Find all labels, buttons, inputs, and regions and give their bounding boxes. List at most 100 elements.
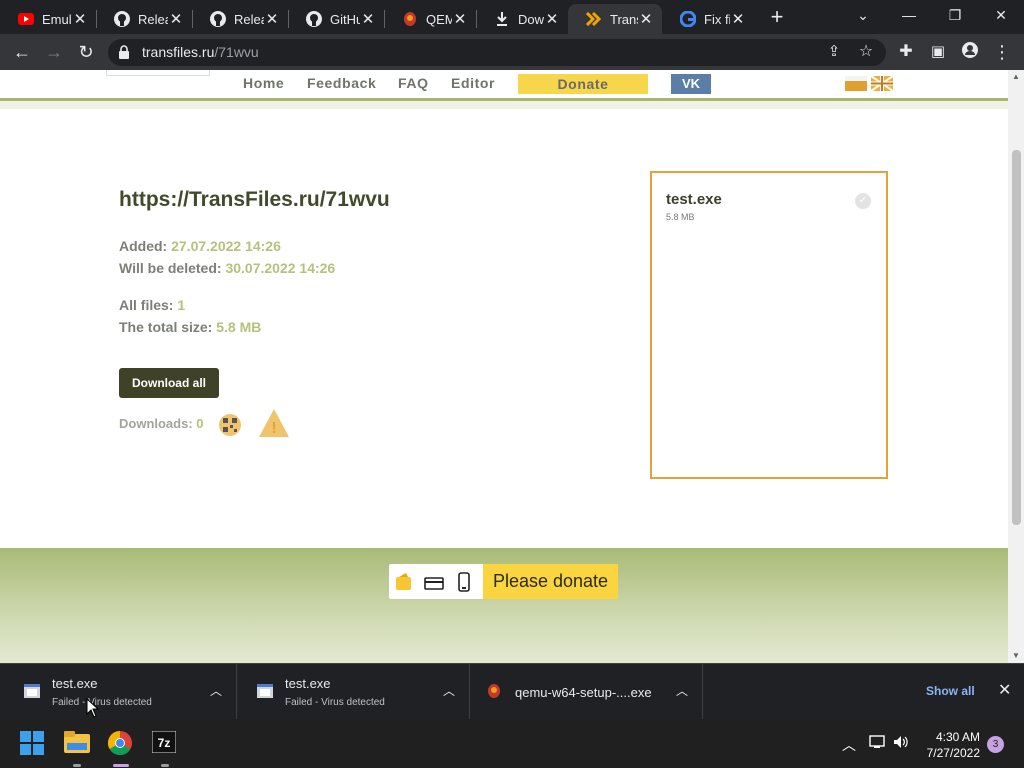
download-status: Failed - Virus detected <box>285 697 385 708</box>
tab-qemu[interactable]: QEMU ✕ <box>384 4 476 34</box>
donate-widget[interactable]: Please donate <box>389 564 618 599</box>
close-tab-icon[interactable]: ✕ <box>452 10 468 28</box>
tab-title: Emula <box>42 11 72 27</box>
qemu-icon <box>402 11 418 27</box>
chevron-up-icon[interactable]: ︿ <box>676 682 688 699</box>
uk-flag-icon[interactable] <box>870 75 894 92</box>
download-item[interactable]: test.exe Failed - Virus detected ︿ <box>237 664 470 720</box>
nav-editor[interactable]: Editor <box>451 75 495 91</box>
tab-emula[interactable]: Emula ✕ <box>0 4 96 34</box>
network-icon[interactable] <box>869 735 887 752</box>
svg-text:7z: 7z <box>158 736 171 750</box>
transfer-link[interactable]: https://TransFiles.ru/71wvu <box>119 188 390 212</box>
nav-feedback[interactable]: Feedback <box>307 75 376 91</box>
chevron-up-icon[interactable]: ︿ <box>443 682 455 699</box>
scroll-thumb[interactable] <box>1012 150 1021 525</box>
download-all-button[interactable]: Download all <box>119 368 219 398</box>
size-label: The total size: <box>119 319 213 335</box>
checkmark-icon[interactable]: ✓ <box>855 193 871 209</box>
nav-home[interactable]: Home <box>243 75 284 91</box>
deleted-row: Will be deleted: 30.07.2022 14:26 <box>119 260 335 276</box>
file-explorer-icon[interactable] <box>64 731 90 757</box>
transfiles-icon <box>586 11 602 27</box>
scroll-up-icon[interactable]: ▲ <box>1008 70 1024 84</box>
github-icon <box>210 11 226 27</box>
tray-chevron-up-icon[interactable]: ︿ <box>842 735 856 755</box>
card-icon[interactable] <box>419 564 449 599</box>
tab-downloads[interactable]: Down ✕ <box>476 4 568 34</box>
tab-relea-2[interactable]: Relea ✕ <box>192 4 288 34</box>
clock-time: 4:30 AM <box>935 730 980 744</box>
close-shelf-icon[interactable]: ✕ <box>998 680 1011 700</box>
close-tab-icon[interactable]: ✕ <box>264 10 280 28</box>
chrome-icon[interactable] <box>107 731 134 757</box>
file-name[interactable]: test.exe <box>666 191 722 208</box>
yandex-money-icon[interactable] <box>389 564 419 599</box>
restore-icon[interactable]: ❐ <box>932 0 978 30</box>
running-indicator <box>161 764 169 767</box>
tab-github[interactable]: GitHu ✕ <box>288 4 384 34</box>
russian-flag-icon[interactable] <box>845 76 867 91</box>
nav-vk-button[interactable]: VK <box>671 74 711 94</box>
close-window-icon[interactable]: ✕ <box>978 0 1024 30</box>
tab-title: Trans <box>610 11 638 27</box>
nav-donate-button[interactable]: Donate <box>518 74 648 94</box>
report-warning-icon[interactable]: ! <box>258 408 290 443</box>
chevron-up-icon[interactable]: ︿ <box>210 682 222 699</box>
active-indicator <box>113 764 129 767</box>
close-tab-icon[interactable]: ✕ <box>730 10 746 28</box>
downloads-label: Downloads: <box>119 416 193 431</box>
qr-code-icon[interactable] <box>219 414 241 436</box>
menu-kebab-icon[interactable]: ⋮ <box>990 40 1014 64</box>
side-panel-icon[interactable]: ▣ <box>926 40 950 64</box>
profile-icon[interactable] <box>958 40 982 64</box>
new-tab-button[interactable]: + <box>766 6 788 28</box>
url-path: /71wvu <box>214 44 259 60</box>
close-tab-icon[interactable]: ✕ <box>544 10 560 28</box>
file-card[interactable]: test.exe 5.8 MB ✓ <box>650 171 888 479</box>
tab-fix-files[interactable]: Fix fil ✕ <box>662 4 754 34</box>
system-clock[interactable]: 4:30 AM 7/27/2022 <box>920 729 980 761</box>
close-tab-icon[interactable]: ✕ <box>638 10 654 28</box>
downloads-value: 0 <box>196 416 204 431</box>
download-item[interactable]: qemu-w64-setup-....exe ︿ <box>470 664 703 720</box>
download-item[interactable]: test.exe Failed - Virus detected ︿ <box>4 664 237 720</box>
youtube-icon <box>18 11 34 27</box>
tab-title: Down <box>518 11 544 27</box>
tab-search-chevron-icon[interactable]: ⌄ <box>840 0 886 30</box>
site-nav: Home Feedback FAQ Editor Donate VK <box>0 70 1008 98</box>
page-scrollbar[interactable]: ▲ ▼ <box>1008 70 1024 663</box>
tab-transfiles[interactable]: Trans ✕ <box>568 4 662 34</box>
address-bar[interactable]: transfiles.ru/71wvu <box>108 39 886 66</box>
notification-badge[interactable]: 3 <box>987 736 1004 753</box>
download-name: test.exe <box>52 676 98 691</box>
close-tab-icon[interactable]: ✕ <box>72 10 88 28</box>
svg-text:!: ! <box>271 420 276 437</box>
deleted-value: 30.07.2022 14:26 <box>225 260 336 276</box>
windows-start-icon[interactable] <box>20 731 46 757</box>
reload-icon[interactable]: ↻ <box>74 40 98 64</box>
show-all-button[interactable]: Show all <box>926 684 975 698</box>
files-label: All files: <box>119 297 174 313</box>
extensions-puzzle-icon[interactable]: ✚ <box>894 40 918 64</box>
minimize-icon[interactable]: — <box>886 0 932 30</box>
back-arrow-icon[interactable]: ← <box>10 40 34 64</box>
share-icon[interactable]: ⇪ <box>822 40 846 64</box>
close-tab-icon[interactable]: ✕ <box>168 10 184 28</box>
bookmark-star-icon[interactable]: ☆ <box>854 40 878 64</box>
forward-arrow-icon[interactable]: → <box>42 40 66 64</box>
nav-faq[interactable]: FAQ <box>398 75 429 91</box>
download-status: Failed - Virus detected <box>52 697 152 708</box>
please-donate-button[interactable]: Please donate <box>483 564 618 599</box>
mobile-phone-icon[interactable] <box>449 564 479 599</box>
tab-title: Relea <box>234 11 264 27</box>
size-value: 5.8 MB <box>216 319 262 335</box>
volume-icon[interactable] <box>893 735 911 752</box>
tab-relea-1[interactable]: Relea ✕ <box>96 4 192 34</box>
7zip-icon[interactable]: 7z <box>151 730 178 757</box>
nav-shadow <box>0 101 1008 109</box>
files-row: All files: 1 <box>119 297 185 313</box>
page-content: Home Feedback FAQ Editor Donate VK https… <box>0 70 1008 663</box>
scroll-down-icon[interactable]: ▼ <box>1008 649 1024 663</box>
close-tab-icon[interactable]: ✕ <box>360 10 376 28</box>
